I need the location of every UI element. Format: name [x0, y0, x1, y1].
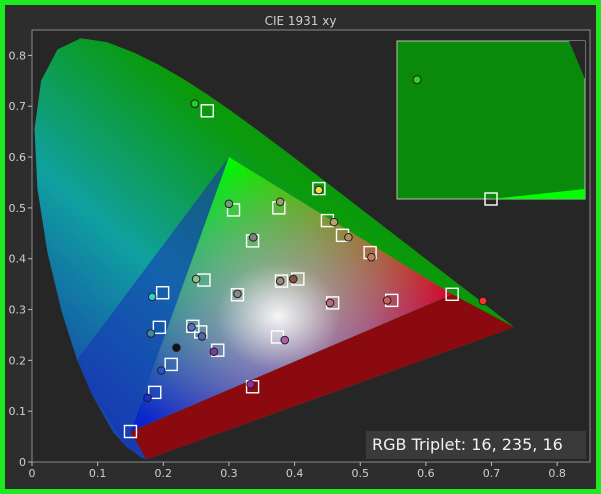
rgb-triplet-readout: RGB Triplet: 16, 235, 16 [366, 431, 586, 459]
measured-point [314, 185, 324, 195]
measured-point [172, 343, 181, 352]
x-tick-label: 0.3 [220, 467, 238, 480]
measured-point [367, 252, 376, 262]
y-tick-label: 0.3 [9, 304, 27, 317]
y-tick-label: 0.8 [9, 49, 27, 62]
measured-point [187, 323, 196, 332]
measured-point [382, 296, 392, 305]
measured-point [275, 276, 285, 286]
measured-point [197, 332, 207, 341]
x-tick-label: 0.6 [417, 467, 435, 480]
measured-point [147, 292, 157, 302]
x-tick-label: 0.5 [351, 467, 369, 480]
measured-point [248, 233, 258, 242]
x-tick-label: 0.2 [155, 467, 173, 480]
measured-point [275, 197, 285, 207]
y-tick-label: 0.5 [9, 202, 27, 215]
measured-point [224, 199, 234, 209]
inset-measured-point [412, 75, 422, 85]
measured-point [146, 329, 156, 338]
y-tick-label: 0 [19, 456, 26, 469]
measured-point [288, 274, 298, 284]
x-tick-label: 0 [29, 467, 36, 480]
measured-point [325, 298, 335, 308]
y-tick-label: 0.1 [9, 405, 27, 418]
measured-point [478, 296, 488, 306]
measured-point [344, 233, 353, 242]
x-tick-label: 0.7 [483, 467, 501, 480]
y-tick-label: 0.6 [9, 151, 27, 164]
x-tick-label: 0.8 [548, 467, 566, 480]
measured-point [191, 274, 201, 284]
measured-point [329, 217, 339, 227]
y-tick-label: 0.2 [9, 354, 27, 367]
y-tick-label: 0.4 [9, 253, 27, 266]
measured-point [190, 99, 200, 108]
inset-frame [396, 40, 586, 200]
zoom-inset [396, 40, 586, 206]
measured-point [157, 366, 166, 375]
y-tick-label: 0.7 [9, 100, 27, 113]
measured-point [246, 379, 255, 389]
cie-diagram: 0 0.1 0.2 0.3 0.4 0.5 0.6 0.7 0.8 0 0.1 0.2 0.3 0.4 0.… [9, 29, 591, 480]
x-tick-label: 0.1 [89, 467, 107, 480]
measured-point [209, 347, 219, 357]
measured-point [280, 335, 290, 345]
x-tick-label: 0.4 [286, 467, 304, 480]
measured-point [143, 393, 152, 403]
measured-point [233, 289, 242, 299]
